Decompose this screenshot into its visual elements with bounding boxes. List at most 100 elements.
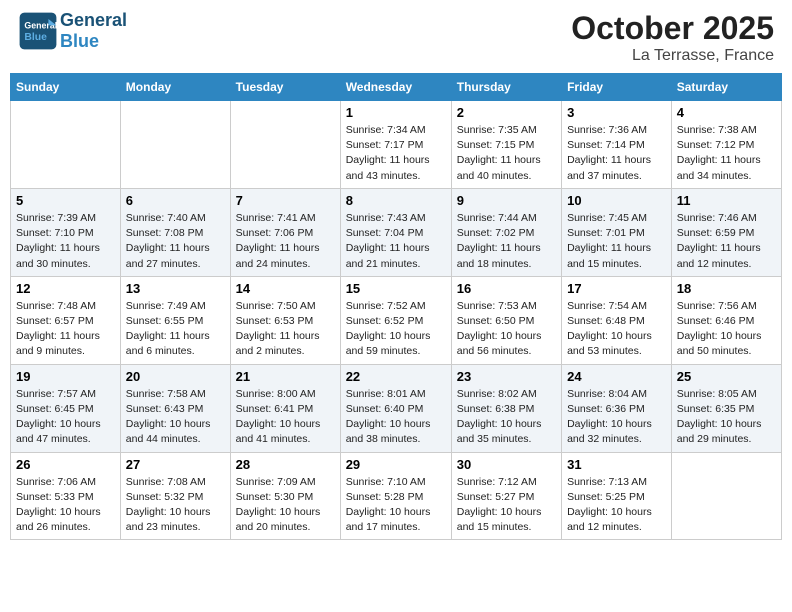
day-number: 25	[677, 369, 776, 384]
calendar-cell	[230, 101, 340, 189]
day-info: Sunrise: 7:45 AM Sunset: 7:01 PM Dayligh…	[567, 211, 666, 272]
day-info: Sunrise: 7:54 AM Sunset: 6:48 PM Dayligh…	[567, 299, 666, 360]
calendar-cell: 11 Sunrise: 7:46 AM Sunset: 6:59 PM Dayli…	[671, 188, 781, 276]
day-number: 28	[236, 457, 335, 472]
logo-general: General	[60, 10, 127, 30]
calendar-cell: 27 Sunrise: 7:08 AM Sunset: 5:32 PM Dayli…	[120, 452, 230, 540]
day-info: Sunrise: 7:39 AM Sunset: 7:10 PM Dayligh…	[16, 211, 115, 272]
logo-blue: Blue	[60, 31, 99, 51]
calendar-cell: 19 Sunrise: 7:57 AM Sunset: 6:45 PM Dayli…	[11, 364, 121, 452]
calendar-cell: 14 Sunrise: 7:50 AM Sunset: 6:53 PM Dayli…	[230, 276, 340, 364]
calendar-week-row: 1 Sunrise: 7:34 AM Sunset: 7:17 PM Daylig…	[11, 101, 782, 189]
calendar-cell: 12Sunrise: 7:48 AM Sunset: 6:57 PM Dayli…	[11, 276, 121, 364]
day-info: Sunrise: 7:46 AM Sunset: 6:59 PM Dayligh…	[677, 211, 776, 272]
day-number: 10	[567, 193, 666, 208]
title-block: October 2025 La Terrasse, France	[571, 10, 774, 65]
weekday-header-friday: Friday	[562, 74, 672, 101]
day-info: Sunrise: 7:09 AM Sunset: 5:30 PM Dayligh…	[236, 475, 335, 536]
calendar-cell: 5 Sunrise: 7:39 AM Sunset: 7:10 PM Daylig…	[11, 188, 121, 276]
calendar-cell: 18 Sunrise: 7:56 AM Sunset: 6:46 PM Dayli…	[671, 276, 781, 364]
day-number: 30	[457, 457, 556, 472]
day-number: 31	[567, 457, 666, 472]
day-number: 17	[567, 281, 666, 296]
day-info: Sunrise: 8:04 AM Sunset: 6:36 PM Dayligh…	[567, 387, 666, 448]
day-info: Sunrise: 7:41 AM Sunset: 7:06 PM Dayligh…	[236, 211, 335, 272]
calendar-table: SundayMondayTuesdayWednesdayThursdayFrid…	[10, 73, 782, 540]
day-number: 26	[16, 457, 115, 472]
day-number: 18	[677, 281, 776, 296]
day-info: Sunrise: 7:10 AM Sunset: 5:28 PM Dayligh…	[346, 475, 446, 536]
calendar-cell: 29 Sunrise: 7:10 AM Sunset: 5:28 PM Dayli…	[340, 452, 451, 540]
day-info: Sunrise: 7:08 AM Sunset: 5:32 PM Dayligh…	[126, 475, 225, 536]
day-info: Sunrise: 8:01 AM Sunset: 6:40 PM Dayligh…	[346, 387, 446, 448]
weekday-header-thursday: Thursday	[451, 74, 561, 101]
day-number: 20	[126, 369, 225, 384]
day-number: 13	[126, 281, 225, 296]
weekday-header-wednesday: Wednesday	[340, 74, 451, 101]
calendar-cell: 3Sunrise: 7:36 AM Sunset: 7:14 PM Daylig…	[562, 101, 672, 189]
calendar-cell: 15Sunrise: 7:52 AM Sunset: 6:52 PM Dayli…	[340, 276, 451, 364]
calendar-cell: 2Sunrise: 7:35 AM Sunset: 7:15 PM Daylig…	[451, 101, 561, 189]
day-info: Sunrise: 7:12 AM Sunset: 5:27 PM Dayligh…	[457, 475, 556, 536]
day-number: 11	[677, 193, 776, 208]
day-number: 1	[346, 105, 446, 120]
calendar-week-row: 5 Sunrise: 7:39 AM Sunset: 7:10 PM Daylig…	[11, 188, 782, 276]
day-info: Sunrise: 7:34 AM Sunset: 7:17 PM Dayligh…	[346, 123, 446, 184]
day-info: Sunrise: 7:38 AM Sunset: 7:12 PM Dayligh…	[677, 123, 776, 184]
day-info: Sunrise: 7:52 AM Sunset: 6:52 PM Dayligh…	[346, 299, 446, 360]
calendar-cell: 1 Sunrise: 7:34 AM Sunset: 7:17 PM Daylig…	[340, 101, 451, 189]
calendar-cell: 20 Sunrise: 7:58 AM Sunset: 6:43 PM Dayli…	[120, 364, 230, 452]
calendar-cell: 9Sunrise: 7:44 AM Sunset: 7:02 PM Daylig…	[451, 188, 561, 276]
day-number: 23	[457, 369, 556, 384]
day-info: Sunrise: 7:13 AM Sunset: 5:25 PM Dayligh…	[567, 475, 666, 536]
day-number: 4	[677, 105, 776, 120]
calendar-week-row: 26 Sunrise: 7:06 AM Sunset: 5:33 PM Dayli…	[11, 452, 782, 540]
day-number: 6	[126, 193, 225, 208]
weekday-header-row: SundayMondayTuesdayWednesdayThursdayFrid…	[11, 74, 782, 101]
day-number: 22	[346, 369, 446, 384]
day-info: Sunrise: 7:57 AM Sunset: 6:45 PM Dayligh…	[16, 387, 115, 448]
calendar-cell	[120, 101, 230, 189]
day-info: Sunrise: 7:58 AM Sunset: 6:43 PM Dayligh…	[126, 387, 225, 448]
day-info: Sunrise: 8:00 AM Sunset: 6:41 PM Dayligh…	[236, 387, 335, 448]
calendar-cell: 4 Sunrise: 7:38 AM Sunset: 7:12 PM Daylig…	[671, 101, 781, 189]
day-info: Sunrise: 8:05 AM Sunset: 6:35 PM Dayligh…	[677, 387, 776, 448]
calendar-cell: 6 Sunrise: 7:40 AM Sunset: 7:08 PM Daylig…	[120, 188, 230, 276]
calendar-cell: 13Sunrise: 7:49 AM Sunset: 6:55 PM Dayli…	[120, 276, 230, 364]
day-info: Sunrise: 7:35 AM Sunset: 7:15 PM Dayligh…	[457, 123, 556, 184]
calendar-cell: 8Sunrise: 7:43 AM Sunset: 7:04 PM Daylig…	[340, 188, 451, 276]
calendar-cell: 24Sunrise: 8:04 AM Sunset: 6:36 PM Dayli…	[562, 364, 672, 452]
day-number: 16	[457, 281, 556, 296]
calendar-subtitle: La Terrasse, France	[571, 47, 774, 65]
calendar-cell: 23 Sunrise: 8:02 AM Sunset: 6:38 PM Dayli…	[451, 364, 561, 452]
calendar-cell: 10 Sunrise: 7:45 AM Sunset: 7:01 PM Dayli…	[562, 188, 672, 276]
calendar-cell	[671, 452, 781, 540]
calendar-cell: 26 Sunrise: 7:06 AM Sunset: 5:33 PM Dayli…	[11, 452, 121, 540]
day-number: 29	[346, 457, 446, 472]
calendar-cell: 25 Sunrise: 8:05 AM Sunset: 6:35 PM Dayli…	[671, 364, 781, 452]
day-number: 19	[16, 369, 115, 384]
day-info: Sunrise: 8:02 AM Sunset: 6:38 PM Dayligh…	[457, 387, 556, 448]
calendar-week-row: 12Sunrise: 7:48 AM Sunset: 6:57 PM Dayli…	[11, 276, 782, 364]
calendar-cell: 22 Sunrise: 8:01 AM Sunset: 6:40 PM Dayli…	[340, 364, 451, 452]
day-info: Sunrise: 7:06 AM Sunset: 5:33 PM Dayligh…	[16, 475, 115, 536]
logo: General Blue General Blue	[18, 10, 127, 52]
weekday-header-tuesday: Tuesday	[230, 74, 340, 101]
day-number: 5	[16, 193, 115, 208]
day-info: Sunrise: 7:53 AM Sunset: 6:50 PM Dayligh…	[457, 299, 556, 360]
day-info: Sunrise: 7:48 AM Sunset: 6:57 PM Dayligh…	[16, 299, 115, 360]
day-number: 9	[457, 193, 556, 208]
day-number: 3	[567, 105, 666, 120]
calendar-cell	[11, 101, 121, 189]
day-info: Sunrise: 7:50 AM Sunset: 6:53 PM Dayligh…	[236, 299, 335, 360]
day-number: 14	[236, 281, 335, 296]
calendar-week-row: 19 Sunrise: 7:57 AM Sunset: 6:45 PM Dayli…	[11, 364, 782, 452]
day-info: Sunrise: 7:56 AM Sunset: 6:46 PM Dayligh…	[677, 299, 776, 360]
weekday-header-saturday: Saturday	[671, 74, 781, 101]
day-info: Sunrise: 7:40 AM Sunset: 7:08 PM Dayligh…	[126, 211, 225, 272]
day-number: 21	[236, 369, 335, 384]
day-info: Sunrise: 7:43 AM Sunset: 7:04 PM Dayligh…	[346, 211, 446, 272]
day-number: 27	[126, 457, 225, 472]
calendar-title: October 2025	[571, 10, 774, 47]
calendar-cell: 16 Sunrise: 7:53 AM Sunset: 6:50 PM Dayli…	[451, 276, 561, 364]
